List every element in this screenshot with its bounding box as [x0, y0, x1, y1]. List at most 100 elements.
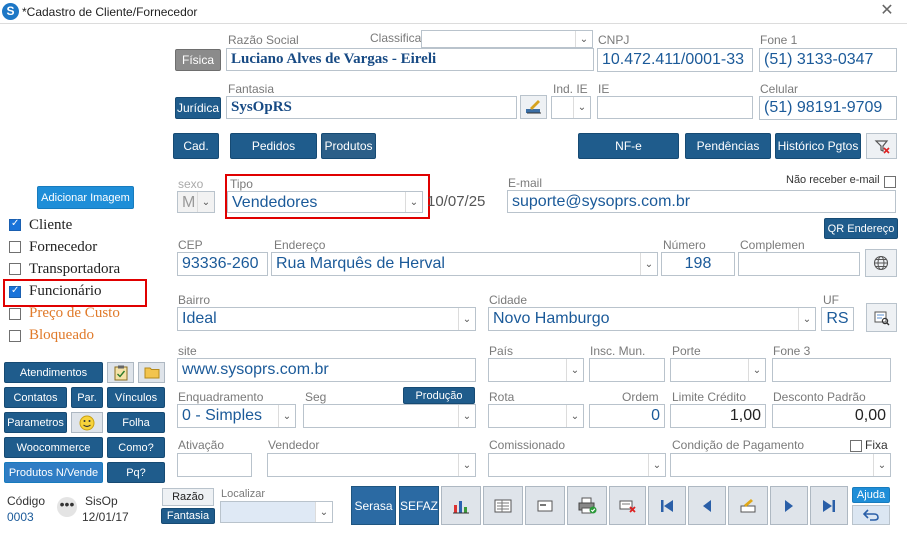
juridica-button[interactable]: Jurídica — [175, 97, 221, 119]
undo-icon[interactable] — [852, 505, 890, 525]
next-record-icon[interactable] — [770, 486, 808, 525]
endereco-select[interactable]: Rua Marquês de Herval ⌄ — [271, 252, 658, 276]
vendedor-select[interactable]: ⌄ — [267, 453, 476, 477]
funcionario-checkbox-box[interactable] — [9, 285, 21, 298]
atendimentos-button[interactable]: Atendimentos — [4, 362, 103, 383]
more-icon[interactable]: ••• — [57, 497, 77, 517]
par-button[interactable]: Par. — [71, 387, 103, 408]
rota-select[interactable]: ⌄ — [488, 404, 584, 428]
razao-social-input[interactable]: Luciano Alves de Vargas - Eireli — [226, 48, 594, 71]
adicionar-imagem-button[interactable]: Adicionar Imagem — [37, 186, 134, 209]
checkbox-fornecedor[interactable] — [9, 241, 21, 256]
ordem-input[interactable]: 0 — [589, 404, 665, 428]
fisica-button[interactable]: Física — [175, 49, 221, 71]
chevron-down-icon: ⌄ — [648, 454, 665, 476]
sefaz-button[interactable]: SEFAZ — [399, 486, 439, 525]
qr-endereco-button[interactable]: QR Endereço — [824, 218, 898, 239]
bairro-select[interactable]: Ideal ⌄ — [177, 307, 476, 331]
ajuda-button[interactable]: Ajuda — [852, 487, 890, 503]
enquadramento-select[interactable]: 0 - Simples ⌄ — [177, 404, 296, 428]
label-pais: País — [489, 344, 514, 358]
woocommerce-button[interactable]: Woocommerce — [4, 437, 103, 458]
cnpj-input[interactable]: 10.472.411/0001-33 — [597, 48, 753, 72]
fantasia-sort-button[interactable]: Fantasia — [161, 508, 215, 524]
razao-button[interactable]: Razão — [162, 488, 214, 506]
preco-custo-checkbox-box[interactable] — [9, 308, 21, 320]
serasa-button[interactable]: Serasa — [351, 486, 396, 525]
fixa-checkbox[interactable] — [850, 440, 862, 452]
map-search-icon[interactable] — [866, 303, 897, 332]
pais-select[interactable]: ⌄ — [488, 358, 584, 382]
last-record-icon[interactable] — [810, 486, 848, 525]
list-icon[interactable] — [483, 486, 523, 525]
close-icon[interactable]: ✕ — [878, 2, 896, 20]
fantasia-input[interactable]: SysOpRS — [226, 96, 517, 119]
insc-mun-input[interactable] — [589, 358, 665, 382]
transportadora-checkbox-box[interactable] — [9, 263, 21, 275]
edit-icon[interactable] — [520, 95, 547, 119]
checkbox-bloqueado[interactable] — [9, 330, 21, 345]
checkbox-preco-custo[interactable] — [9, 308, 21, 323]
localizar-input[interactable]: ⌄ — [220, 501, 333, 523]
tab-historico-pgtos[interactable]: Histórico Pgtos — [775, 133, 861, 159]
fone1-input[interactable]: (51) 3133-0347 — [759, 48, 897, 72]
tipo-select[interactable]: Vendedores ⌄ — [227, 191, 423, 213]
email-input[interactable]: suporte@sysoprs.com.br — [507, 190, 896, 213]
ativacao-input[interactable] — [177, 453, 252, 477]
tab-nfe[interactable]: NF-e — [578, 133, 679, 159]
numero-input[interactable]: 198 — [661, 252, 735, 276]
contatos-button[interactable]: Contatos — [4, 387, 67, 408]
delete-record-icon[interactable] — [609, 486, 646, 525]
producao-button[interactable]: Produção — [403, 387, 475, 404]
folha-button[interactable]: Folha — [107, 412, 165, 433]
parametros-button[interactable]: Parametros — [4, 412, 67, 433]
previous-record-icon[interactable] — [688, 486, 726, 525]
nao-receber-email-checkbox[interactable] — [884, 176, 896, 188]
label-fixa: Fixa — [865, 438, 888, 452]
chart-icon[interactable] — [441, 486, 481, 525]
first-record-icon[interactable] — [648, 486, 686, 525]
limite-credito-input[interactable]: 1,00 — [670, 404, 766, 428]
tab-cad[interactable]: Cad. — [173, 133, 219, 159]
checkbox-transportadora[interactable] — [9, 263, 21, 278]
porte-select[interactable]: ⌄ — [670, 358, 766, 382]
printer-check-icon[interactable] — [567, 486, 607, 525]
vinculos-button[interactable]: Vínculos — [107, 387, 165, 408]
bloqueado-checkbox-box[interactable] — [9, 330, 21, 342]
classificacao-select[interactable]: ⌄ — [421, 30, 593, 48]
desconto-padrao-input[interactable]: 0,00 — [772, 404, 891, 428]
checkbox-funcionario[interactable] — [9, 285, 21, 301]
label-cnpj: CNPJ — [598, 33, 630, 47]
smiley-icon[interactable] — [71, 412, 103, 433]
ie-input[interactable] — [597, 96, 753, 119]
sexo-select[interactable]: M ⌄ — [177, 191, 215, 213]
edit-record-icon[interactable] — [728, 486, 768, 525]
fone3-input[interactable] — [772, 358, 891, 382]
site-input[interactable]: www.sysoprs.com.br — [177, 358, 476, 382]
comissionado-select[interactable]: ⌄ — [488, 453, 666, 477]
filter-clear-icon[interactable] — [866, 133, 897, 159]
tab-produtos[interactable]: Produtos — [321, 133, 376, 159]
tab-pendencias[interactable]: Pendências — [685, 133, 771, 159]
cliente-checkbox-box[interactable] — [9, 218, 21, 231]
card-icon[interactable] — [525, 486, 565, 525]
pq-button[interactable]: Pq? — [107, 462, 165, 483]
fornecedor-checkbox-box[interactable] — [9, 241, 21, 253]
folder-icon[interactable] — [138, 362, 165, 383]
complemento-input[interactable] — [738, 252, 860, 276]
clipboard-icon[interactable] — [107, 362, 134, 383]
tab-pedidos[interactable]: Pedidos — [230, 133, 317, 159]
chevron-down-icon: ⌄ — [566, 359, 583, 381]
ind-ie-select[interactable]: ⌄ — [551, 96, 591, 119]
checkbox-cliente[interactable] — [9, 218, 21, 234]
seg-select[interactable]: ⌄ — [303, 404, 476, 428]
globe-icon[interactable] — [865, 249, 897, 277]
cidade-select[interactable]: Novo Hamburgo ⌄ — [488, 307, 816, 331]
como-button[interactable]: Como? — [107, 437, 165, 458]
condicao-pagamento-select[interactable]: ⌄ — [670, 453, 891, 477]
cep-input[interactable]: 93336-260 — [177, 252, 268, 276]
produtos-nvende-button[interactable]: Produtos N/Vende — [4, 462, 103, 483]
uf-input[interactable]: RS — [821, 307, 854, 331]
chevron-down-icon: ⌄ — [315, 502, 332, 522]
celular-input[interactable]: (51) 98191-9709 — [759, 96, 897, 120]
